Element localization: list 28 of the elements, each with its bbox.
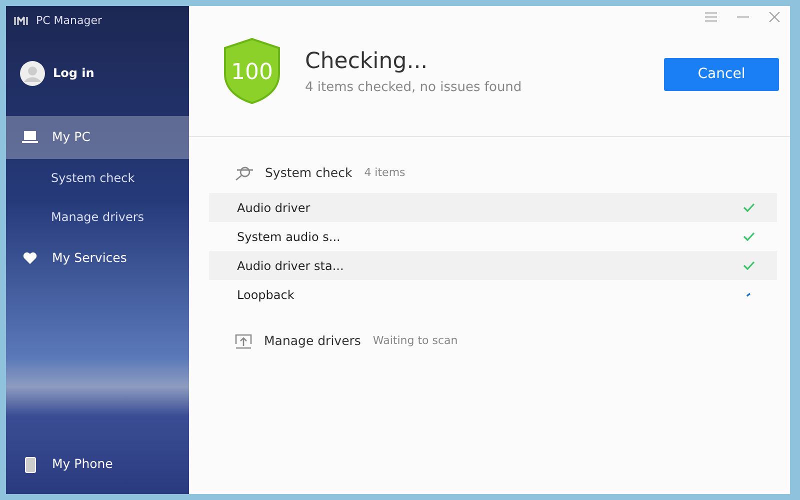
status-subtitle: 4 items checked, no issues found	[305, 78, 522, 97]
section-note: 4 items	[364, 164, 406, 181]
section-title: Manage drivers	[264, 332, 361, 350]
avatar-icon[interactable]	[20, 60, 45, 86]
laptop-icon	[22, 131, 38, 143]
nav-item[interactable]: My Services	[6, 236, 189, 280]
check-item: Audio driver	[237, 200, 310, 216]
nav-item[interactable]: My Phone	[6, 443, 189, 486]
section-note: Waiting to scan	[372, 332, 458, 349]
heart-icon	[23, 252, 37, 264]
section-title: System check	[265, 164, 352, 182]
probe-icon	[235, 165, 253, 182]
app-title: PC Manager	[36, 13, 102, 29]
menu-icon[interactable]	[705, 12, 717, 22]
login-link[interactable]: Log in	[53, 64, 94, 82]
upload-icon	[235, 334, 252, 349]
check-item: Loopback	[237, 286, 294, 304]
logo-icon	[14, 16, 28, 26]
check-item: Audio driver sta...	[237, 258, 344, 274]
check-item: System audio s...	[237, 228, 340, 246]
shield-score: 100	[223, 38, 281, 104]
phone-icon	[24, 456, 36, 472]
nav-subitem[interactable]: Manage drivers	[6, 198, 189, 236]
close-icon[interactable]	[769, 12, 780, 22]
status-title: Checking...	[305, 48, 429, 76]
cancel-button[interactable]: Cancel	[664, 58, 779, 91]
nav-item[interactable]: My PC	[6, 116, 189, 158]
nav-subitem[interactable]: System check	[6, 158, 189, 198]
